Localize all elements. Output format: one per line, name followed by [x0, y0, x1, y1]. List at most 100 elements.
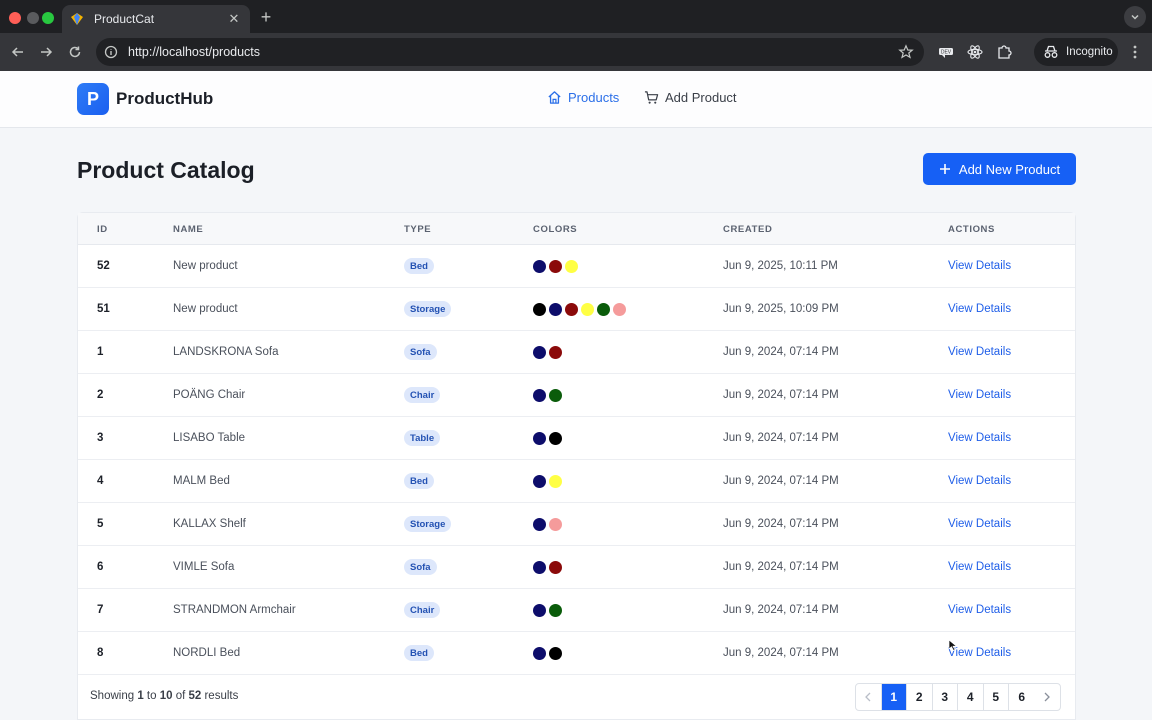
cell-name: STRANDMON Armchair [173, 604, 296, 616]
forward-button[interactable] [37, 43, 55, 61]
view-details-link[interactable]: View Details [948, 518, 1011, 530]
pagination-next-button[interactable] [1035, 684, 1061, 710]
table-row[interactable]: 3 LISABO Table Table Jun 9, 2024, 07:14 PM V… [78, 417, 1075, 460]
minimize-window-button[interactable] [27, 12, 39, 24]
type-badge: Storage [404, 301, 452, 317]
cell-created: Jun 9, 2024, 07:14 PM [723, 604, 839, 616]
color-swatch [533, 389, 546, 402]
table-row[interactable]: 1 LANDSKRONA Sofa Sofa Jun 9, 2024, 07:14 P… [78, 331, 1075, 374]
view-details-link[interactable]: View Details [948, 604, 1011, 616]
info-icon[interactable] [104, 45, 118, 59]
header-created[interactable]: CREATED [723, 224, 772, 235]
back-button[interactable] [9, 43, 27, 61]
page-title: Product Catalog [77, 157, 255, 183]
cell-created: Jun 9, 2024, 07:14 PM [723, 561, 839, 573]
pagination-prev-button[interactable] [856, 684, 882, 710]
chevron-left-icon [865, 692, 871, 702]
color-swatch [565, 303, 578, 316]
cell-id: 5 [97, 518, 104, 530]
pagination-page-3[interactable]: 3 [933, 684, 958, 710]
brand-name[interactable]: ProductHub [116, 89, 213, 109]
chevron-right-icon [1044, 692, 1051, 702]
nav-add-product[interactable]: Add Product [644, 90, 737, 105]
header-name[interactable]: NAME [173, 224, 203, 235]
reload-button[interactable] [66, 43, 84, 61]
color-swatch [533, 518, 546, 531]
table-header: ID NAME TYPE COLORS CREATED ACTIONS [78, 213, 1075, 245]
incognito-profile-button[interactable]: Incognito [1034, 38, 1118, 66]
tab-search-button[interactable] [1124, 6, 1146, 28]
plus-icon [939, 164, 950, 174]
cell-name: POÄNG Chair [173, 389, 246, 401]
products-table: ID NAME TYPE COLORS CREATED ACTIONS 52 Ne… [77, 212, 1076, 720]
close-tab-icon[interactable]: ✕ [226, 11, 242, 27]
type-badge: Storage [404, 516, 452, 532]
pagination-page-1[interactable]: 1 [881, 684, 907, 710]
cell-name: LANDSKRONA Sofa [173, 346, 279, 358]
cell-id: 3 [97, 432, 104, 444]
color-swatch [533, 561, 546, 574]
logo-letter: P [86, 88, 99, 109]
chevron-down-icon [1131, 14, 1139, 20]
arrow-right-icon [41, 47, 53, 57]
puzzle-extensions-icon[interactable] [995, 43, 1013, 61]
extension-icon[interactable]: DEV [937, 43, 955, 61]
view-details-link[interactable]: View Details [948, 260, 1011, 272]
cell-name: MALM Bed [173, 475, 230, 487]
color-swatch [549, 475, 562, 488]
view-details-link[interactable]: View Details [948, 475, 1011, 487]
maximize-window-button[interactable] [42, 12, 54, 24]
color-swatch [533, 303, 546, 316]
logo[interactable]: P [77, 83, 109, 115]
cell-created: Jun 9, 2024, 07:14 PM [723, 647, 839, 659]
color-swatch [549, 561, 562, 574]
pagination-page-4[interactable]: 4 [958, 684, 984, 710]
type-badge: Chair [404, 602, 441, 618]
table-row[interactable]: 6 VIMLE Sofa Sofa Jun 9, 2024, 07:14 PM View… [78, 546, 1075, 589]
table-row[interactable]: 7 STRANDMON Armchair Chair Jun 9, 2024, 07:… [78, 589, 1075, 632]
table-row[interactable]: 51 New product Storage Jun 9, 2025, 10:09 P… [78, 288, 1075, 331]
color-swatch [549, 303, 562, 316]
nav-add-product-label: Add Product [665, 90, 737, 105]
address-bar[interactable]: http://localhost/products [96, 38, 924, 66]
color-swatches [533, 604, 562, 617]
color-swatch [549, 432, 562, 445]
results-to-word: to [143, 690, 160, 702]
svg-text:DEV: DEV [941, 50, 952, 56]
nav-products-label: Products [568, 90, 620, 105]
view-details-link[interactable]: View Details [948, 389, 1011, 401]
cell-created: Jun 9, 2024, 07:14 PM [723, 432, 839, 444]
pagination: 123456 [855, 683, 1061, 711]
color-swatches [533, 475, 562, 488]
header-id[interactable]: ID [97, 224, 108, 235]
browser-menu-button[interactable] [1127, 43, 1143, 61]
react-devtools-icon[interactable] [966, 43, 984, 61]
browser-tab[interactable]: ProductCat ✕ [62, 5, 250, 33]
add-new-product-button[interactable]: Add New Product [923, 153, 1076, 185]
close-window-button[interactable] [9, 12, 21, 24]
table-row[interactable]: 5 KALLAX Shelf Storage Jun 9, 2024, 07:14 P… [78, 503, 1075, 546]
pagination-page-6[interactable]: 6 [1009, 684, 1035, 710]
pagination-page-2[interactable]: 2 [907, 684, 933, 710]
table-row[interactable]: 8 NORDLI Bed Bed Jun 9, 2024, 07:14 PM View … [78, 632, 1075, 675]
view-details-link[interactable]: View Details [948, 346, 1011, 358]
cell-name: KALLAX Shelf [173, 518, 246, 530]
color-swatch [533, 260, 546, 273]
url-text[interactable]: http://localhost/products [128, 45, 898, 59]
new-tab-button[interactable]: + [257, 7, 275, 28]
header-type[interactable]: TYPE [404, 224, 431, 235]
color-swatch [533, 475, 546, 488]
results-summary: Showing 1 to 10 of 52 results [90, 690, 238, 702]
view-details-link[interactable]: View Details [948, 561, 1011, 573]
table-row[interactable]: 52 New product Bed Jun 9, 2025, 10:11 PM Vie… [78, 245, 1075, 288]
results-prefix: Showing [90, 690, 138, 702]
table-row[interactable]: 2 POÄNG Chair Chair Jun 9, 2024, 07:14 PM Vi… [78, 374, 1075, 417]
view-details-link[interactable]: View Details [948, 303, 1011, 315]
view-details-link[interactable]: View Details [948, 432, 1011, 444]
pagination-page-5[interactable]: 5 [984, 684, 1009, 710]
table-row[interactable]: 4 MALM Bed Bed Jun 9, 2024, 07:14 PM View De… [78, 460, 1075, 503]
color-swatches [533, 518, 562, 531]
browser-toolbar: http://localhost/products DEV Incognito [0, 33, 1152, 71]
bookmark-star-icon[interactable] [898, 44, 914, 60]
nav-products[interactable]: Products [547, 90, 619, 105]
